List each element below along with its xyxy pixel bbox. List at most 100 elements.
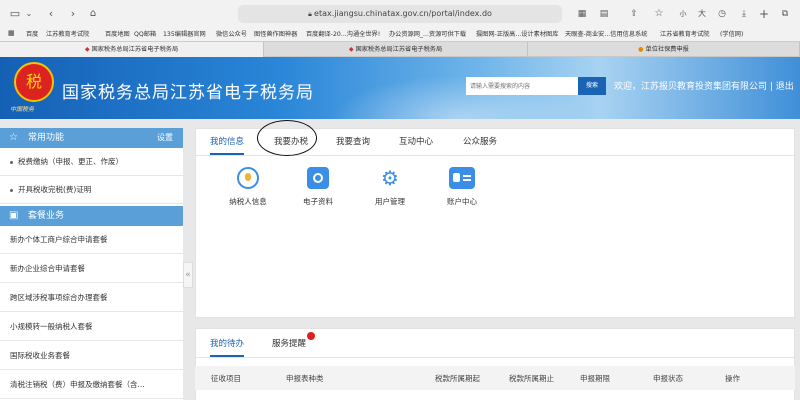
bookmark-item[interactable]: 摄图网-正版高...设计素材图库 bbox=[476, 29, 558, 38]
bookmark-item[interactable]: (学信网) bbox=[720, 29, 743, 38]
browser-tab[interactable]: ● 单位社保费申报 bbox=[528, 42, 800, 57]
grid-icon[interactable]: ▦ bbox=[576, 6, 588, 22]
bookmarks-bar: ▦ 百度 江苏教育考试院 百度地图 QQ邮箱 135编辑器官网 微信公众号 图怪… bbox=[0, 27, 800, 42]
sidebar-section-title: 常用功能 bbox=[28, 133, 65, 143]
sidebar-item[interactable]: 新办个体工商户综合申请套餐 bbox=[0, 226, 183, 254]
package-icon: ▣ bbox=[9, 210, 19, 221]
bullet-icon bbox=[10, 160, 13, 164]
bookmark-item[interactable]: 135编辑器官网 bbox=[163, 29, 206, 38]
bookmark-item[interactable]: QQ邮箱 bbox=[134, 29, 156, 38]
bookmark-item[interactable]: 办公资源网_...资源可供下载 bbox=[389, 29, 466, 38]
history-icon[interactable]: ◷ bbox=[716, 6, 728, 22]
share-icon[interactable]: ⇪ bbox=[628, 6, 640, 22]
user-management-button[interactable]: ⚙ 用户管理 bbox=[360, 167, 420, 207]
tab-public-service[interactable]: 公众服务 bbox=[463, 129, 497, 155]
new-tab-icon[interactable]: + bbox=[758, 6, 770, 22]
sidebar-item-label: 新办个体工商户综合申请套餐 bbox=[10, 235, 108, 244]
zoom-out-button[interactable]: 小 bbox=[678, 6, 688, 22]
sidebar-item-label: 税费缴纳（申报、更正、作废） bbox=[18, 157, 123, 166]
sidebar-toggle-icon[interactable]: ▭ bbox=[8, 6, 22, 22]
browser-tab-label: 国家税务总局江苏省电子税务局 bbox=[91, 46, 179, 53]
id-card-icon bbox=[449, 167, 475, 189]
bookmark-item[interactable]: 微信公众号 bbox=[216, 29, 247, 38]
search-input[interactable] bbox=[466, 77, 578, 95]
tab-my-todo[interactable]: 我的待办 bbox=[210, 331, 245, 357]
column-header: 申报状态 bbox=[653, 374, 683, 383]
site-title: 国家税务总局江苏省电子税务局 bbox=[62, 83, 314, 103]
browser-chrome: ▭ ⌄ ‹ › ⌂ 🔒︎ etax.jiangsu.chinatax.gov.c… bbox=[0, 0, 800, 42]
e-documents-button[interactable]: 电子资料 bbox=[288, 167, 348, 207]
sidebar-item-label: 跨区域涉税事项综合办理套餐 bbox=[10, 293, 108, 302]
reader-icon[interactable]: ▤ bbox=[598, 6, 610, 22]
function-label: 电子资料 bbox=[303, 197, 333, 206]
tabs-overview-icon[interactable]: ⧉ bbox=[778, 6, 792, 22]
taxpayer-info-button[interactable]: 纳税人信息 bbox=[218, 167, 278, 207]
settings-link[interactable]: 设置 bbox=[157, 128, 173, 148]
sidebar-item-label: 开具税收完税(费)证明 bbox=[18, 185, 92, 194]
sidebar-section-packages[interactable]: ▣ 套餐业务 bbox=[0, 206, 183, 226]
todo-table-header: 征收项目 申报表种类 税款所属期起 税款所属期止 申报期限 申报状态 操作 bbox=[195, 366, 795, 390]
sidebar-item[interactable]: 国际税收业务套餐 bbox=[0, 342, 183, 370]
function-label: 账户中心 bbox=[447, 197, 477, 206]
sidebar-item-label: 小规模转一般纳税人套餐 bbox=[10, 322, 93, 331]
account-center-button[interactable]: 账户中心 bbox=[432, 167, 492, 207]
back-icon[interactable]: ‹ bbox=[44, 6, 58, 22]
sidebar-item-label: 新办企业综合申请套餐 bbox=[10, 264, 85, 273]
function-label: 用户管理 bbox=[375, 197, 405, 206]
sidebar-item[interactable]: 小规模转一般纳税人套餐 bbox=[0, 313, 183, 341]
taxpayer-icon bbox=[237, 167, 259, 189]
column-header: 申报表种类 bbox=[286, 374, 324, 383]
column-header: 税款所属期止 bbox=[509, 374, 554, 383]
bookmark-item[interactable]: 百度翻译-20...沟通全世界! bbox=[306, 29, 380, 38]
bookmark-item[interactable]: 江苏教育考试院 bbox=[46, 29, 89, 38]
bookmarks-grid-icon[interactable]: ▦ bbox=[8, 29, 15, 37]
browser-tab[interactable]: ◆ 国家税务总局江苏省电子税务局 bbox=[264, 42, 528, 57]
bullet-icon bbox=[10, 188, 13, 192]
column-header: 税款所属期起 bbox=[435, 374, 480, 383]
browser-tab[interactable]: ◆ 国家税务总局江苏省电子税务局 bbox=[0, 42, 264, 57]
tab-divider bbox=[196, 357, 794, 358]
site-header: 税 中国税务 国家税务总局江苏省电子税务局 搜索 欢迎，江苏报贝教育投资集团有限… bbox=[0, 57, 800, 119]
browser-tab-strip: ◆ 国家税务总局江苏省电子税务局 ◆ 国家税务总局江苏省电子税务局 ● 单位社保… bbox=[0, 42, 800, 57]
forward-icon[interactable]: › bbox=[66, 6, 80, 22]
sidebar: ☆ 常用功能 设置 税费缴纳（申报、更正、作废） 开具税收完税(费)证明 ▣ 套… bbox=[0, 128, 183, 400]
documents-icon bbox=[307, 167, 329, 189]
search-button[interactable]: 搜索 bbox=[578, 77, 606, 95]
tax-favicon-icon: ◆ bbox=[84, 46, 90, 53]
sidebar-section-title: 套餐业务 bbox=[28, 211, 65, 221]
collapse-sidebar-button[interactable]: « bbox=[183, 262, 193, 288]
tab-interaction-center[interactable]: 互动中心 bbox=[399, 129, 433, 155]
tab-service-reminder[interactable]: 服务提醒 bbox=[272, 331, 306, 357]
bookmark-item[interactable]: 江苏省教育考试院 bbox=[660, 29, 710, 38]
download-icon[interactable]: ⤓ bbox=[738, 6, 750, 22]
sidebar-item[interactable]: 新办企业综合申请套餐 bbox=[0, 255, 183, 283]
zoom-in-button[interactable]: 大 bbox=[696, 6, 708, 22]
gear-icon: ⚙ bbox=[381, 166, 399, 190]
welcome-text[interactable]: 欢迎，江苏报贝教育投资集团有限公司 | 退出 bbox=[614, 79, 794, 92]
sidebar-item[interactable]: 税费缴纳（申报、更正、作废） bbox=[0, 148, 183, 176]
home-icon[interactable]: ⌂ bbox=[86, 6, 100, 22]
address-bar[interactable]: 🔒︎ etax.jiangsu.chinatax.gov.cn/portal/i… bbox=[238, 5, 562, 23]
sidebar-item[interactable]: 开具税收完税(费)证明 bbox=[0, 176, 183, 204]
tab-my-info[interactable]: 我的信息 bbox=[210, 129, 245, 155]
sidebar-item[interactable]: 清税注销税（费）申报及缴纳套餐（含... bbox=[0, 371, 183, 399]
column-header: 操作 bbox=[725, 374, 740, 383]
column-header: 申报期限 bbox=[580, 374, 610, 383]
bookmark-item[interactable]: 图怪兽作图神器 bbox=[254, 29, 297, 38]
address-bar-text: etax.jiangsu.chinatax.gov.cn/portal/inde… bbox=[314, 9, 492, 18]
bookmark-star-icon[interactable]: ☆ bbox=[653, 6, 665, 22]
tab-query[interactable]: 我要查询 bbox=[336, 129, 370, 155]
bookmark-item[interactable]: 百度 bbox=[26, 29, 38, 38]
emblem-glyph: 税 bbox=[25, 72, 42, 91]
sidebar-item-label: 清税注销税（费）申报及缴纳套餐（含... bbox=[10, 380, 145, 389]
tax-favicon-icon: ◆ bbox=[348, 46, 354, 53]
tax-emblem-logo: 税 bbox=[14, 62, 54, 102]
social-security-favicon-icon: ● bbox=[638, 46, 644, 53]
chevron-down-icon[interactable]: ⌄ bbox=[24, 6, 34, 22]
notification-badge bbox=[307, 332, 315, 340]
sidebar-section-common[interactable]: ☆ 常用功能 设置 bbox=[0, 128, 183, 148]
bookmark-item[interactable]: 天眼查-商业安...信用信息系统 bbox=[565, 29, 647, 38]
sidebar-item[interactable]: 跨区域涉税事项综合办理套餐 bbox=[0, 284, 183, 312]
sidebar-item-label: 国际税收业务套餐 bbox=[10, 351, 70, 360]
bookmark-item[interactable]: 百度地图 bbox=[105, 29, 130, 38]
